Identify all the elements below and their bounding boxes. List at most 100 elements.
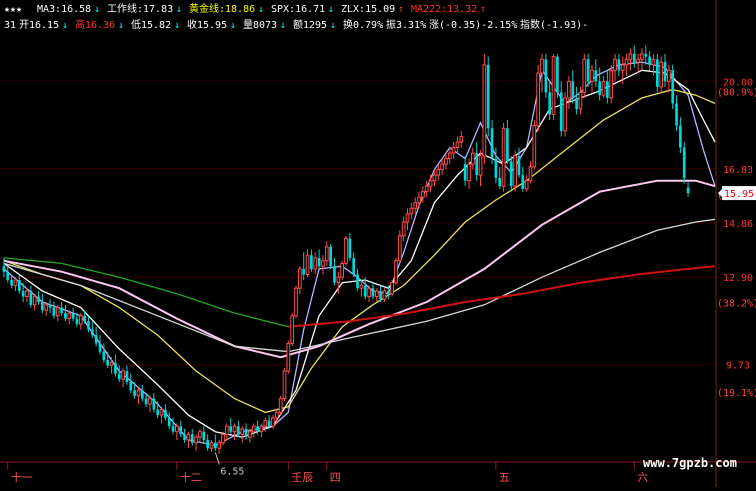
candle-body-up bbox=[590, 69, 594, 82]
candle-body-up bbox=[459, 136, 464, 143]
header-segment: ★★★ bbox=[4, 4, 22, 15]
candle-body-up bbox=[524, 180, 529, 190]
candle-body-down bbox=[117, 373, 121, 380]
candle-body-up bbox=[374, 290, 379, 298]
candle-body-up bbox=[313, 257, 318, 270]
price-tick-label: 12.90 bbox=[723, 273, 753, 284]
candlestick-chart: 20.00(80.9%)16.83(61.8%)14.8612.90(38.2%… bbox=[0, 0, 756, 487]
candle-body-up bbox=[417, 196, 421, 204]
candle-body-down bbox=[106, 359, 110, 366]
candle-body-up bbox=[359, 284, 364, 289]
candle-body-up bbox=[636, 58, 640, 63]
header-segment: 低15.82 bbox=[131, 18, 171, 31]
x-tick-label: 十二 bbox=[180, 470, 202, 484]
candle-body-up bbox=[263, 420, 268, 427]
candle-body-up bbox=[628, 53, 633, 60]
header-segment: ↓ bbox=[176, 4, 182, 15]
candle-body-up bbox=[640, 53, 644, 60]
price-tick-label: (38.2%) bbox=[717, 298, 756, 309]
header-segment: 高16.36 bbox=[75, 18, 115, 31]
current-price-label: 15.95 bbox=[724, 189, 754, 200]
candle-body-down bbox=[167, 417, 171, 427]
candle-body-down bbox=[594, 70, 598, 82]
price-tick-label: 9.73 bbox=[726, 361, 750, 372]
candle-body-down bbox=[179, 426, 183, 435]
header-segment: MA222:13.32 bbox=[411, 4, 477, 15]
candle-body-up bbox=[240, 428, 245, 435]
x-tick-label: 六 bbox=[637, 471, 648, 484]
candle-body-down bbox=[213, 442, 217, 449]
header-segment: 31 bbox=[4, 20, 16, 31]
candle-body-down bbox=[133, 390, 136, 396]
candle-body-down bbox=[494, 158, 498, 178]
candle-body-up bbox=[578, 91, 583, 110]
candle-body-down bbox=[671, 70, 675, 104]
header-segment: ↓ bbox=[174, 20, 180, 31]
candle-body-up bbox=[109, 362, 114, 366]
candle-body-down bbox=[237, 426, 240, 435]
indicator-header-row-1: ★★★ MA3:16.58 ↓ 工作线:17.83 ↓ 黄金线:18.86 ↓ SPX:16.… bbox=[4, 2, 486, 15]
candle-body-down bbox=[102, 351, 106, 360]
candle-body-down bbox=[6, 271, 10, 280]
candle-body-up bbox=[259, 425, 264, 433]
header-segment: 换0.79% bbox=[343, 18, 383, 31]
candle-body-up bbox=[305, 254, 310, 275]
candle-body-down bbox=[125, 370, 129, 383]
x-tick-label: 十一 bbox=[11, 470, 33, 484]
candle-body-up bbox=[290, 315, 295, 344]
candle-body-down bbox=[648, 56, 651, 65]
header-segment: 指数(-1.93)- bbox=[520, 18, 588, 31]
candle-body-down bbox=[556, 56, 559, 93]
candle-body-up bbox=[436, 169, 441, 176]
candle-body-up bbox=[221, 433, 225, 444]
candle-body-down bbox=[190, 434, 194, 443]
candle-body-down bbox=[575, 97, 578, 109]
candle-body-up bbox=[528, 166, 533, 182]
candle-body-up bbox=[409, 207, 414, 215]
candle-body-up bbox=[582, 58, 587, 93]
candle-body-up bbox=[159, 409, 164, 416]
x-tick-label: 四 bbox=[330, 471, 341, 484]
candle-body-up bbox=[32, 296, 37, 306]
candle-body-down bbox=[21, 290, 25, 297]
candle-body-down bbox=[352, 257, 356, 275]
price-tick-label: 14.86 bbox=[723, 219, 753, 230]
candle-body-down bbox=[490, 128, 494, 159]
candle-body-up bbox=[324, 246, 329, 262]
candle-body-up bbox=[186, 433, 191, 441]
candle-body-up bbox=[13, 279, 18, 286]
header-segment: 涨(-0.35)-2.15% bbox=[429, 19, 517, 31]
candle-body-down bbox=[356, 274, 359, 289]
candle-body-up bbox=[563, 97, 567, 132]
candle-body-down bbox=[386, 290, 390, 294]
candle-body-down bbox=[71, 313, 75, 319]
candle-body-down bbox=[475, 153, 479, 176]
candle-body-down bbox=[686, 187, 690, 194]
candle-body-up bbox=[451, 147, 456, 154]
candle-body-down bbox=[152, 398, 156, 410]
candle-body-down bbox=[48, 304, 52, 308]
candle-body-down bbox=[267, 420, 271, 427]
candle-body-up bbox=[620, 64, 625, 71]
candle-body-down bbox=[675, 103, 678, 126]
header-segment: 量8073 bbox=[243, 19, 277, 31]
candle-body-up bbox=[467, 163, 471, 182]
candle-body-down bbox=[206, 439, 209, 449]
low-marker-label: 6.55 bbox=[220, 466, 244, 477]
candle-body-down bbox=[144, 398, 148, 405]
candle-body-down bbox=[333, 266, 336, 283]
candle-body-down bbox=[655, 59, 659, 87]
candle-body-up bbox=[424, 185, 429, 193]
candle-body-down bbox=[486, 64, 490, 129]
candle-body-down bbox=[644, 53, 648, 57]
indicator-header-row-2: 31 开16.15 ↓ 高16.36 ↓ 低15.82 ↓ 收15.95 ↓ 量8073 ↓ 额129… bbox=[4, 18, 588, 31]
candle-body-down bbox=[164, 409, 167, 418]
candle-body-down bbox=[548, 92, 552, 115]
candle-body-down bbox=[598, 81, 602, 96]
candle-body-down bbox=[544, 59, 548, 93]
header-segment: ↓ bbox=[330, 20, 336, 31]
candle-body-up bbox=[25, 290, 29, 298]
candle-body-down bbox=[17, 279, 21, 291]
candle-body-up bbox=[294, 287, 298, 317]
candle-body-up bbox=[405, 213, 410, 223]
